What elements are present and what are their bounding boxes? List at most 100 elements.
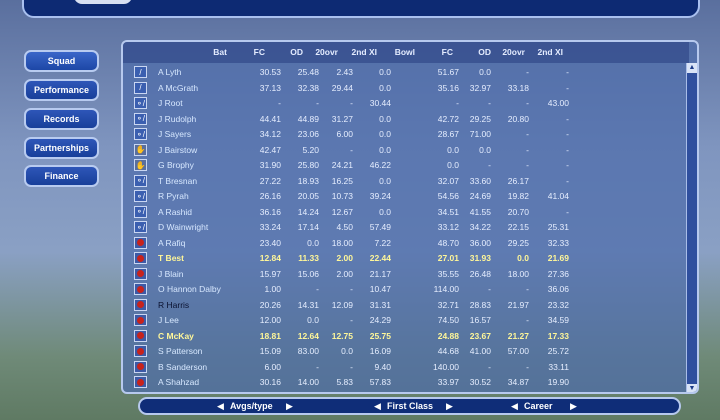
player-name[interactable]: A Rafiq bbox=[158, 238, 185, 248]
stat-cell: 41.00 bbox=[469, 346, 491, 356]
stat-cell: 51.67 bbox=[437, 67, 459, 77]
stat-cell: 41.04 bbox=[547, 191, 569, 201]
col-header-4[interactable]: 2nd XI bbox=[339, 47, 377, 57]
player-name[interactable]: J Lee bbox=[158, 315, 179, 325]
player-name[interactable]: O Hannon Dalby bbox=[158, 284, 221, 294]
col-header-3[interactable]: 20ovr bbox=[300, 47, 338, 57]
scroll-up-arrow[interactable]: ▲ bbox=[687, 63, 697, 73]
class-next-arrow[interactable]: ▶ bbox=[446, 401, 453, 412]
span-prev-arrow[interactable]: ◀ bbox=[511, 401, 518, 412]
stat-cell: 15.06 bbox=[297, 268, 319, 279]
col-header-6[interactable]: FC bbox=[415, 47, 453, 57]
nav-finance-button[interactable]: Finance bbox=[24, 165, 99, 187]
avgs-next-arrow[interactable]: ▶ bbox=[286, 401, 293, 412]
player-name[interactable]: B Sanderson bbox=[158, 362, 207, 372]
table-header: Bat FC OD 20ovr 2nd XI Bowl FC OD 20ovr 2nd XI bbox=[123, 42, 689, 63]
stat-cell: 21.69 bbox=[547, 253, 569, 263]
player-name[interactable]: D Wainwright bbox=[158, 222, 208, 232]
table-row[interactable]: ⚬/ A Rashid 36.16 14.24 12.67 0.0 34.51 41.55 20… bbox=[123, 205, 689, 220]
table-row[interactable]: ⚬/ R Pyrah 26.16 20.05 10.73 39.24 54.56 24.69 1… bbox=[123, 189, 689, 204]
table-row[interactable]: ⚬/ J Sayers 34.12 23.06 6.00 0.0 28.67 71.00 - - bbox=[123, 127, 689, 142]
stat-cell: - bbox=[526, 160, 529, 170]
player-name[interactable]: J Blain bbox=[158, 269, 184, 279]
table-row[interactable]: ⚬/ D Wainwright 33.24 17.14 4.50 57.49 33.12 34… bbox=[123, 220, 689, 235]
vertical-scrollbar[interactable]: ▲ ▼ bbox=[686, 63, 697, 392]
table-row[interactable]: B Sanderson 6.00 - - 9.40 140.00 - - 33.11 bbox=[123, 360, 689, 375]
stat-cell: 10.73 bbox=[331, 191, 353, 201]
ball-icon bbox=[134, 360, 147, 373]
player-name[interactable]: J Sayers bbox=[158, 129, 191, 139]
stat-cell: 12.84 bbox=[259, 253, 281, 263]
col-header-7[interactable]: OD bbox=[453, 47, 491, 57]
avgs-prev-arrow[interactable]: ◀ bbox=[217, 401, 224, 412]
table-row[interactable]: R Harris 20.26 14.31 12.09 31.31 32.71 28.83 21… bbox=[123, 298, 689, 313]
player-name[interactable]: J Rudolph bbox=[158, 114, 196, 124]
stat-cell: - bbox=[350, 98, 353, 108]
nav-squad-button[interactable]: Squad bbox=[24, 50, 99, 72]
class-selector[interactable]: First Class bbox=[387, 401, 433, 411]
table-row[interactable]: O Hannon Dalby 1.00 - - 10.47 114.00 - - 36.06 bbox=[123, 282, 689, 297]
bat-icon: / bbox=[134, 66, 147, 78]
ball-icon bbox=[134, 329, 147, 342]
stat-cell: 21.97 bbox=[507, 299, 529, 310]
player-name[interactable]: T Bresnan bbox=[158, 176, 197, 186]
stat-cell: - bbox=[526, 129, 529, 139]
player-name[interactable]: S Patterson bbox=[158, 346, 202, 356]
table-row[interactable]: ⚬/ J Root - - - 30.44 - - - 43.00 bbox=[123, 96, 689, 111]
table-row[interactable]: / A McGrath 37.13 32.38 29.44 0.0 35.16 32.97 33… bbox=[123, 81, 689, 96]
nav-records-button[interactable]: Records bbox=[24, 108, 99, 130]
class-prev-arrow[interactable]: ◀ bbox=[374, 401, 381, 412]
col-header-8[interactable]: 20ovr bbox=[487, 47, 525, 57]
stat-cell: - bbox=[526, 361, 529, 372]
col-header-5[interactable]: Bowl bbox=[377, 47, 415, 57]
player-name[interactable]: G Brophy bbox=[158, 160, 194, 170]
stat-cell: 32.97 bbox=[469, 82, 491, 93]
table-row[interactable]: S Patterson 15.09 83.00 0.0 16.09 44.68 41.00 5… bbox=[123, 344, 689, 359]
stat-cell: 17.14 bbox=[297, 222, 319, 232]
player-name[interactable]: C McKay bbox=[158, 331, 194, 341]
stat-cell: - bbox=[526, 284, 529, 294]
stat-cell: - bbox=[566, 82, 569, 93]
player-name[interactable]: A Lyth bbox=[158, 67, 181, 77]
player-name[interactable]: A Shahzad bbox=[158, 377, 199, 387]
table-row[interactable]: ⚬/ J Rudolph 44.41 44.89 31.27 0.0 42.72 29.25 2… bbox=[123, 112, 689, 127]
player-name[interactable]: R Pyrah bbox=[158, 191, 189, 201]
avgs-type-selector[interactable]: Avgs/type bbox=[230, 401, 273, 411]
player-name[interactable]: J Root bbox=[158, 98, 183, 108]
table-row[interactable]: T Best 12.84 11.33 2.00 22.44 27.01 31.93 0.0 21… bbox=[123, 251, 689, 266]
player-name[interactable]: A Rashid bbox=[158, 207, 192, 217]
table-row[interactable]: A Rafiq 23.40 0.0 18.00 7.22 48.70 36.00 29.25 3… bbox=[123, 236, 689, 251]
stat-cell: 2.43 bbox=[336, 67, 353, 77]
stat-cell: - bbox=[488, 361, 491, 372]
table-row[interactable]: J Lee 12.00 0.0 - 24.29 74.50 16.57 - 34.59 bbox=[123, 313, 689, 328]
stat-cell: 31.93 bbox=[469, 253, 491, 263]
span-next-arrow[interactable]: ▶ bbox=[570, 401, 577, 412]
table-row[interactable]: ✋ J Bairstow 42.47 5.20 - 0.0 0.0 0.0 - - bbox=[123, 143, 689, 158]
nav-performance-button[interactable]: Performance bbox=[24, 79, 99, 101]
nav-partnerships-button[interactable]: Partnerships bbox=[24, 137, 99, 159]
stat-cell: 44.41 bbox=[259, 113, 281, 124]
table-row[interactable]: C McKay 18.81 12.64 12.75 25.75 24.88 23.67 21.… bbox=[123, 329, 689, 344]
ball-icon bbox=[134, 252, 147, 264]
stat-cell: 11.33 bbox=[298, 253, 319, 263]
table-row[interactable]: ✋ G Brophy 31.90 25.80 24.21 46.22 0.0 - - - bbox=[123, 158, 689, 173]
stat-cell: 54.56 bbox=[437, 191, 459, 201]
player-name[interactable]: A McGrath bbox=[158, 83, 198, 93]
player-name[interactable]: T Best bbox=[158, 253, 184, 263]
player-name[interactable]: R Harris bbox=[158, 300, 189, 310]
stat-cell: 0.0 bbox=[447, 144, 459, 155]
table-row[interactable]: A Shahzad 30.16 14.00 5.83 57.83 33.97 30.52 34… bbox=[123, 375, 689, 390]
scroll-down-arrow[interactable]: ▼ bbox=[687, 384, 697, 392]
stat-cell: 26.16 bbox=[259, 191, 281, 201]
col-header-9[interactable]: 2nd XI bbox=[525, 47, 563, 57]
table-row[interactable]: J Blain 15.97 15.06 2.00 21.17 35.55 26.48 18.0… bbox=[123, 267, 689, 282]
table-row[interactable]: / A Lyth 30.53 25.48 2.43 0.0 51.67 0.0 - - bbox=[123, 65, 689, 80]
stat-cell: 114.00 bbox=[433, 284, 459, 294]
col-header-0[interactable]: Bat bbox=[189, 47, 227, 57]
span-selector[interactable]: Career bbox=[524, 401, 553, 411]
col-header-2[interactable]: OD bbox=[265, 47, 303, 57]
col-header-1[interactable]: FC bbox=[227, 47, 265, 57]
stat-cell: 23.32 bbox=[547, 299, 569, 310]
table-row[interactable]: ⚬/ T Bresnan 27.22 18.93 16.25 0.0 32.07 33.60 2… bbox=[123, 174, 689, 189]
player-name[interactable]: J Bairstow bbox=[158, 145, 197, 155]
